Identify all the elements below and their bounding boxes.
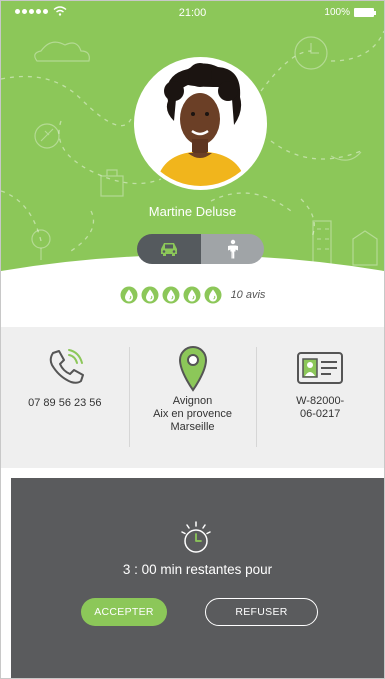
drop-rating-icon	[183, 286, 201, 304]
driver-photo	[138, 61, 263, 186]
battery-icon	[354, 8, 376, 17]
drop-rating-icon	[120, 286, 138, 304]
id-card-icon	[297, 352, 344, 384]
phone-info[interactable]: 07 89 56 23 56	[1, 327, 129, 468]
mode-car-option[interactable]	[137, 234, 201, 264]
drop-rating-icon	[141, 286, 159, 304]
license-number: W-82000- 06-0217	[296, 395, 345, 420]
accept-button[interactable]: ACCEPTER	[81, 598, 167, 626]
license-info: W-82000- 06-0217	[256, 327, 384, 468]
battery-percentage: 100%	[324, 7, 350, 18]
transport-mode-toggle[interactable]	[137, 234, 264, 264]
map-pin-icon	[178, 345, 207, 392]
timer-icon	[181, 521, 211, 553]
phone-icon	[49, 349, 84, 384]
driver-name: Martine Deluse	[148, 204, 237, 219]
driver-info-band: 07 89 56 23 56 Avignon Aix en provence M…	[1, 327, 384, 468]
review-count: 10 avis	[230, 289, 266, 301]
location-list: Avignon Aix en provence Marseille	[153, 395, 232, 433]
drop-rating-icon	[162, 286, 180, 304]
app-screen: 21:00 100% Martine Deluse 10 avis 07 89 …	[0, 0, 385, 679]
drop-rating-icon	[204, 286, 222, 304]
ride-request-panel: 3 : 00 min restantes pour ACCEPTER REFUS…	[11, 478, 384, 678]
walking-person-icon	[227, 239, 238, 259]
location-info: Avignon Aix en provence Marseille	[128, 327, 257, 468]
driver-avatar	[134, 57, 267, 190]
phone-number: 07 89 56 23 56	[28, 397, 102, 409]
mode-walk-option[interactable]	[201, 234, 264, 264]
countdown-text: 3 : 00 min restantes pour	[122, 562, 273, 577]
refuse-button[interactable]: REFUSER	[205, 598, 318, 626]
status-bar: 21:00 100%	[1, 1, 384, 23]
driver-rating: 10 avis	[1, 286, 384, 304]
driver-header: 21:00 100% Martine Deluse	[1, 1, 384, 321]
car-icon	[161, 243, 177, 256]
